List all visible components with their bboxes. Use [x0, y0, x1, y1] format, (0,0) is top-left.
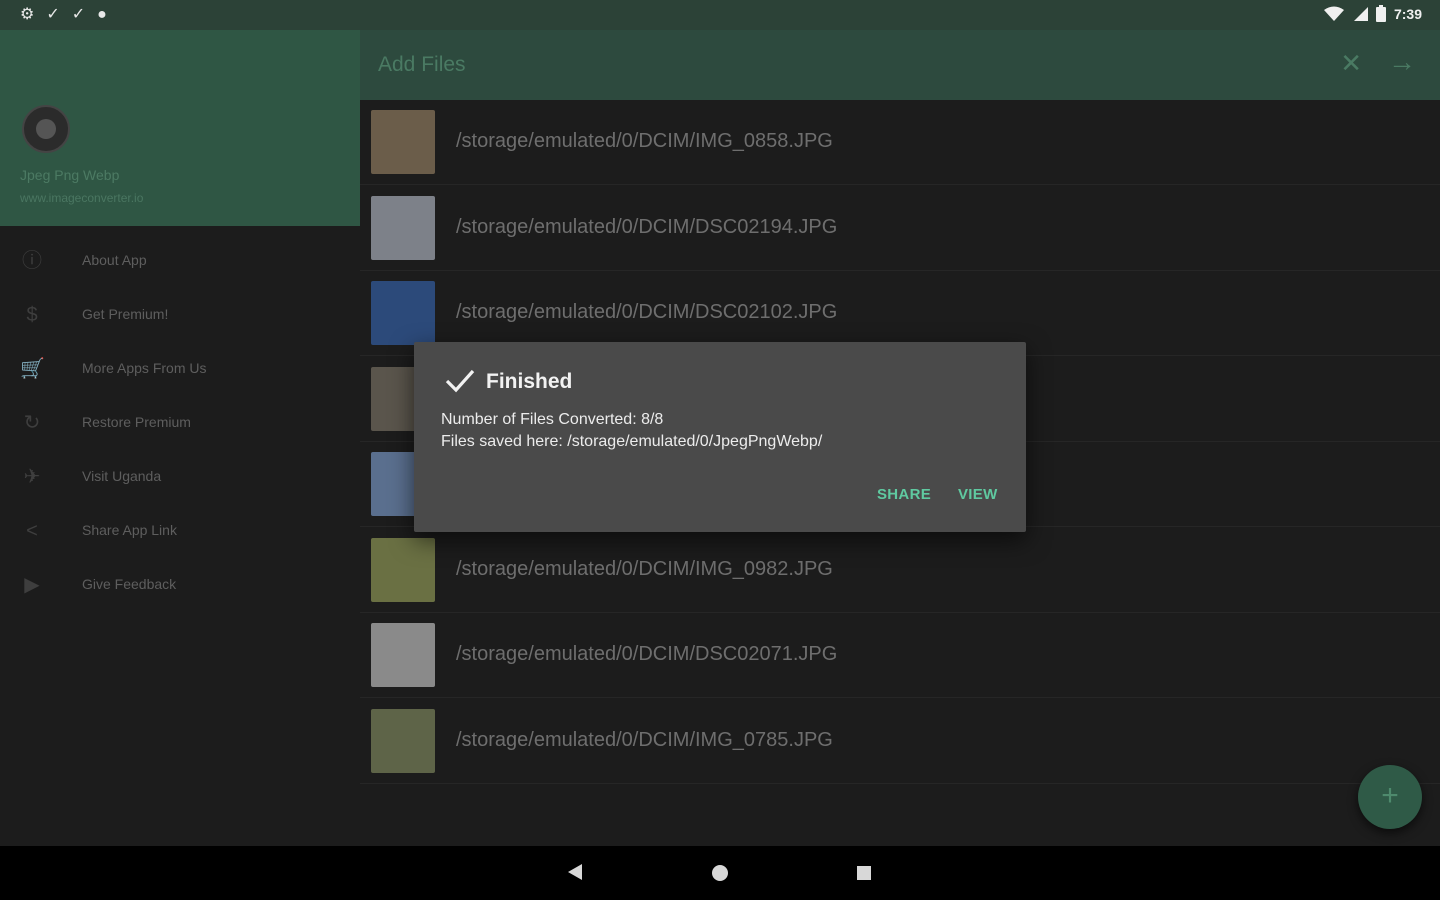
file-row[interactable]: /storage/emulated/0/DCIM/IMG_0982.JPG	[360, 528, 1440, 613]
system-nav-bar	[0, 846, 1440, 900]
file-path: /storage/emulated/0/DCIM/DSC02102.JPG	[456, 301, 838, 323]
status-bar: ⚙ ✓ ✓ ● 7:39	[0, 0, 1440, 30]
recents-icon[interactable]	[857, 866, 871, 880]
back-icon[interactable]	[568, 864, 582, 880]
info-icon: ⓘ	[22, 250, 42, 272]
plane-icon: ✈	[23, 466, 41, 488]
drawer-item-more-apps-from-us[interactable]: 🛒 More Apps From Us	[0, 343, 360, 397]
image-thumbnail	[371, 537, 435, 602]
signal-icon	[1353, 6, 1368, 21]
gear-icon: ⚙	[20, 6, 35, 23]
image-thumbnail	[371, 281, 435, 345]
cart-icon: 🛒	[20, 358, 45, 380]
system-icons: 7:39	[1323, 5, 1422, 22]
drawer-item-get-premium[interactable]: $ Get Premium!	[0, 289, 360, 343]
arrow-right-icon[interactable]: →	[1388, 46, 1416, 78]
drawer-item-give-feedback[interactable]: ▶ Give Feedback	[0, 559, 360, 613]
drawer-item-about-app[interactable]: ⓘ About App	[0, 235, 360, 289]
drawer-item-label: Give Feedback	[82, 576, 177, 592]
drawer-item-label: Get Premium!	[82, 306, 169, 322]
drawer-item-label: Share App Link	[82, 522, 177, 538]
files-saved-path-text: Files saved here: /storage/emulated/0/Jp…	[441, 433, 823, 450]
restore-icon: ↻	[23, 412, 41, 434]
drawer-item-label: Restore Premium	[82, 414, 191, 430]
drawer-item-visit-uganda[interactable]: ✈ Visit Uganda	[0, 451, 360, 505]
drawer-item-share-app-link[interactable]: < Share App Link	[0, 505, 360, 559]
drawer-header: Jpeg Png Webp www.imageconverter.io	[0, 30, 360, 226]
image-thumbnail	[371, 623, 435, 687]
notification-icons: ⚙ ✓ ✓ ●	[20, 5, 107, 25]
file-path: /storage/emulated/0/DCIM/DSC02194.JPG	[456, 215, 838, 238]
check-icon: ✓	[46, 6, 60, 23]
dialog-title: Finished	[486, 370, 573, 393]
drawer-item-label: More Apps From Us	[82, 360, 207, 376]
circle-icon: ●	[97, 6, 107, 23]
file-row[interactable]: /storage/emulated/0/DCIM/DSC02071.JPG	[360, 613, 1440, 698]
clock: 7:39	[1393, 5, 1422, 22]
image-thumbnail	[371, 195, 435, 260]
image-thumbnail	[371, 110, 435, 174]
view-button[interactable]: VIEW	[958, 486, 998, 503]
wifi-icon	[1323, 6, 1344, 21]
file-path: /storage/emulated/0/DCIM/DSC02071.JPG	[456, 643, 838, 665]
files-converted-text: Number of Files Converted: 8/8	[441, 411, 664, 428]
dollar-icon: $	[26, 304, 38, 326]
share-icon: <	[26, 520, 38, 542]
navigation-drawer: Jpeg Png Webp www.imageconverter.io ⓘ Abo…	[0, 30, 360, 846]
check-icon: ✓	[71, 6, 86, 23]
file-path: /storage/emulated/0/DCIM/IMG_0982.JPG	[456, 557, 833, 580]
close-icon[interactable]: ✕	[1340, 48, 1362, 79]
file-row[interactable]: /storage/emulated/0/DCIM/IMG_0785.JPG	[360, 699, 1440, 784]
page-title: Add Files	[378, 53, 466, 76]
drawer-item-restore-premium[interactable]: ↻ Restore Premium	[0, 397, 360, 451]
drawer-app-name: Jpeg Png Webp	[20, 167, 120, 183]
drawer-item-label: Visit Uganda	[82, 468, 162, 484]
battery-icon	[1375, 5, 1386, 22]
home-icon[interactable]	[712, 865, 728, 881]
image-thumbnail	[371, 708, 435, 773]
send-icon: ▶	[24, 574, 40, 596]
drawer-website: www.imageconverter.io	[20, 191, 144, 205]
check-icon	[445, 369, 475, 393]
file-path: /storage/emulated/0/DCIM/IMG_0785.JPG	[456, 728, 833, 751]
app-bar: Add Files ✕ →	[360, 30, 1440, 100]
file-row[interactable]: /storage/emulated/0/DCIM/DSC02194.JPG	[360, 186, 1440, 271]
add-file-button[interactable]: +	[1358, 765, 1422, 829]
file-path: /storage/emulated/0/DCIM/IMG_0858.JPG	[456, 130, 833, 152]
share-button[interactable]: SHARE	[877, 486, 931, 503]
finished-dialog: Finished Number of Files Converted: 8/8 …	[414, 342, 1026, 532]
app-logo	[22, 105, 70, 153]
drawer-item-label: About App	[82, 252, 147, 268]
file-row[interactable]: /storage/emulated/0/DCIM/IMG_0858.JPG	[360, 100, 1440, 185]
